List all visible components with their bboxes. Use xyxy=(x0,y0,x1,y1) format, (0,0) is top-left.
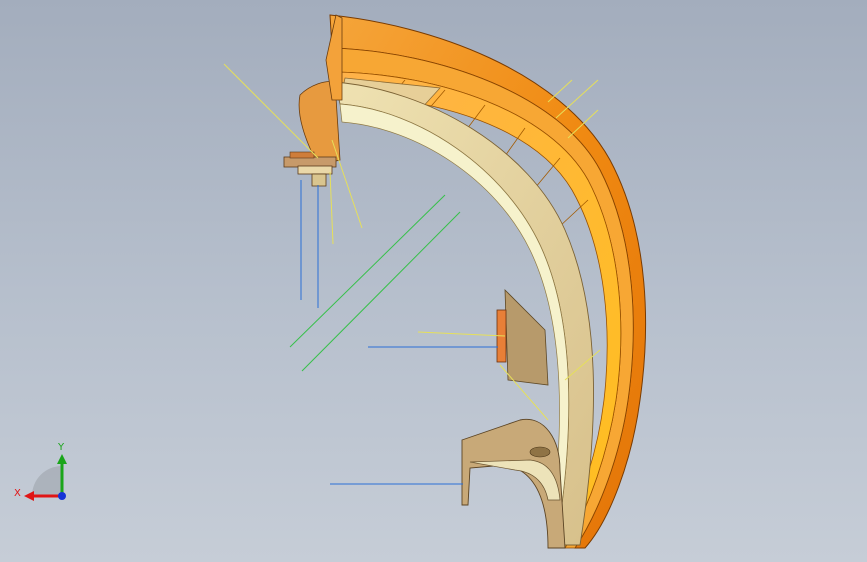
sketch-lines-green xyxy=(289,194,461,372)
left-mount-bracket[interactable] xyxy=(283,14,343,187)
coordinate-triad: X Y xyxy=(14,442,67,501)
triad-plane xyxy=(32,466,62,496)
x-arrow-icon xyxy=(24,491,34,501)
y-axis-label: Y xyxy=(57,442,65,453)
graphics-viewport[interactable]: X Y xyxy=(0,0,867,562)
z-axis-dot-icon xyxy=(58,492,66,500)
lower-mount-bracket[interactable] xyxy=(461,418,566,549)
x-axis-label: X xyxy=(14,488,21,499)
y-arrow-icon xyxy=(57,454,67,464)
cad-model-view[interactable] xyxy=(0,0,867,562)
